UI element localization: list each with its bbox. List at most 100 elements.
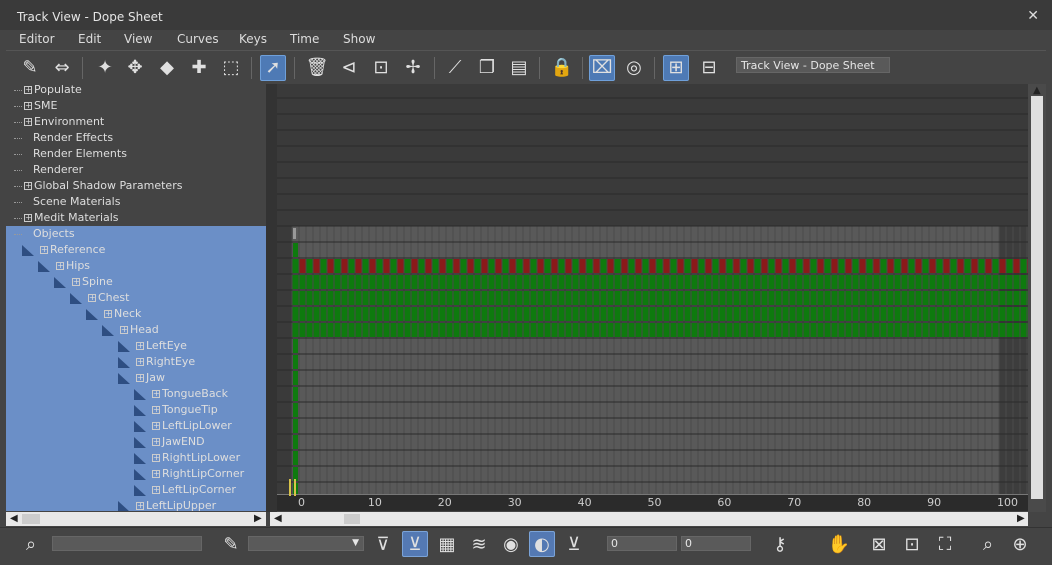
pane-divider[interactable] [266,84,277,512]
snap-frames-icon[interactable]: ⌧ [589,55,615,81]
dope-sheet-grid[interactable] [277,84,1028,494]
zoom-region-icon[interactable]: ⛶ [932,531,958,557]
tree-item-righteye[interactable]: + RightEye [6,354,266,370]
expand-icon[interactable]: + [152,470,160,478]
tree-item-render-effects[interactable]: Render Effects [6,130,266,146]
expand-icon[interactable]: + [120,326,128,334]
expand-icon[interactable]: + [24,86,32,94]
lock-icon[interactable]: ⊻ [561,531,587,557]
tree-item-lefteye[interactable]: + LeftEye [6,338,266,354]
tree-item-leftliplower[interactable]: + LeftLipLower [6,418,266,434]
pan-icon[interactable]: ✋ [826,531,852,557]
rename-icon[interactable]: ✎ [218,531,244,557]
expand-icon[interactable]: + [136,502,144,510]
insert-key-icon[interactable]: ✚ [186,55,212,81]
tree-horizontal-scrollbar[interactable]: ◀ ▶ [6,512,266,526]
show-keyable-icon[interactable]: ◎ [621,55,647,81]
tree-item-renderer[interactable]: Renderer [6,162,266,178]
tree-item-rightliplower[interactable]: + RightLipLower [6,450,266,466]
expand-icon[interactable]: + [40,246,48,254]
copy-icon[interactable]: ❐ [474,55,500,81]
tree-item-head[interactable]: + Head [6,322,266,338]
expand-icon[interactable]: + [152,390,160,398]
tree-item-objects[interactable]: Objects [6,226,266,242]
tree-item-environment[interactable]: + Environment [6,114,266,130]
menu-editor[interactable]: Editor [19,32,55,46]
zoom-selected-icon[interactable]: ⌕ [18,531,44,557]
lock-selection-icon[interactable]: 🔒 [549,55,575,81]
close-icon[interactable]: ✕ [1027,8,1039,24]
zoom-icon[interactable]: ⌕ [975,531,1001,557]
scroll-right-icon[interactable]: ▶ [254,512,262,526]
tree-item-global-shadow-parameters[interactable]: + Global Shadow Parameters [6,178,266,194]
reverse-time-icon[interactable]: ⊲ [336,55,362,81]
tree-item-tonguetip[interactable]: + TongueTip [6,402,266,418]
edit-ranges-icon[interactable]: ⟋ [442,55,468,81]
keyable-icon[interactable]: ◉ [498,531,524,557]
filter-selected-on-icon[interactable]: ⊻ [402,531,428,557]
menu-view[interactable]: View [124,32,152,46]
frame-field-b[interactable]: 0 [681,536,751,551]
layer-icon[interactable]: ≋ [466,531,492,557]
expand-icon[interactable]: + [152,422,160,430]
tree-item-render-elements[interactable]: Render Elements [6,146,266,162]
time-slider-marker[interactable] [289,479,291,496]
expand-icon[interactable]: + [152,454,160,462]
paste-icon[interactable]: ▤ [506,55,532,81]
expand-icon[interactable]: + [136,374,144,382]
filter-selected-icon[interactable]: ⊽ [370,531,396,557]
tree-item-medit-materials[interactable]: + Medit Materials [6,210,266,226]
tree-item-spine[interactable]: + Spine [6,274,266,290]
slide-keys-icon[interactable]: ✦ [92,55,118,81]
menu-edit[interactable]: Edit [78,32,101,46]
expand-icon[interactable]: + [104,310,112,318]
tree-item-jawend[interactable]: + JawEND [6,434,266,450]
tree-item-chest[interactable]: + Chest [6,290,266,306]
time-slider-marker[interactable] [294,479,296,496]
scroll-left-icon[interactable]: ◀ [274,512,282,526]
scroll-thumb[interactable] [1031,96,1043,499]
expand-icon[interactable]: + [152,486,160,494]
tree-item-rightlipcorner[interactable]: + RightLipCorner [6,466,266,482]
frame-value-icon[interactable]: ⊡ [899,531,925,557]
tree-item-leftlipupper[interactable]: + LeftLipUpper [6,498,266,511]
expand-icon[interactable]: + [88,294,96,302]
frame-horizontal-icon[interactable]: ⊠ [866,531,892,557]
tree-item-sme[interactable]: + SME [6,98,266,114]
key-info-icon[interactable]: ⚷ [767,531,793,557]
modify-child-keys-icon[interactable]: ⊟ [696,55,722,81]
filter-icon[interactable]: ✎ [17,55,43,81]
frame-field-a[interactable]: 0 [607,536,677,551]
expand-icon[interactable]: + [24,102,32,110]
search-field[interactable] [52,536,202,551]
tree-item-reference[interactable]: + Reference [6,242,266,258]
region-keys-icon[interactable]: ⬚ [218,55,244,81]
tree-item-populate[interactable]: + Populate [6,84,266,98]
move-keys-icon[interactable]: ⇔ [49,55,75,81]
visible-icon[interactable]: ◐ [529,531,555,557]
zoom-region-selection-icon[interactable]: ⊕ [1007,531,1033,557]
menu-curves[interactable]: Curves [177,32,219,46]
tree-item-leftlipcorner[interactable]: + LeftLipCorner [6,482,266,498]
view-name-field[interactable]: Track View - Dope Sheet [736,57,890,73]
tree-item-tongueback[interactable]: + TongueBack [6,386,266,402]
dope-horizontal-scrollbar[interactable]: ◀ ▶ [270,512,1028,526]
delete-time-icon[interactable]: 🗑 [304,55,330,81]
expand-icon[interactable]: + [152,438,160,446]
scale-time-icon[interactable]: ⊡ [368,55,394,81]
time-ruler[interactable]: 0 10 20 30 40 50 60 70 80 90 100 [277,479,1028,511]
menu-keys[interactable]: Keys [239,32,267,46]
tree-item-hips[interactable]: + Hips [6,258,266,274]
select-time-icon[interactable]: ➚ [260,55,286,81]
expand-icon[interactable]: + [24,182,32,190]
scroll-left-icon[interactable]: ◀ [10,512,18,526]
scroll-thumb[interactable] [344,514,360,524]
insert-time-icon[interactable]: ✢ [400,55,426,81]
expand-icon[interactable]: + [24,118,32,126]
show-all-icon[interactable]: ▦ [434,531,460,557]
expand-icon[interactable]: + [152,406,160,414]
menu-show[interactable]: Show [343,32,375,46]
expand-icon[interactable]: + [24,214,32,222]
menu-time[interactable]: Time [290,32,319,46]
scroll-right-icon[interactable]: ▶ [1017,512,1025,526]
